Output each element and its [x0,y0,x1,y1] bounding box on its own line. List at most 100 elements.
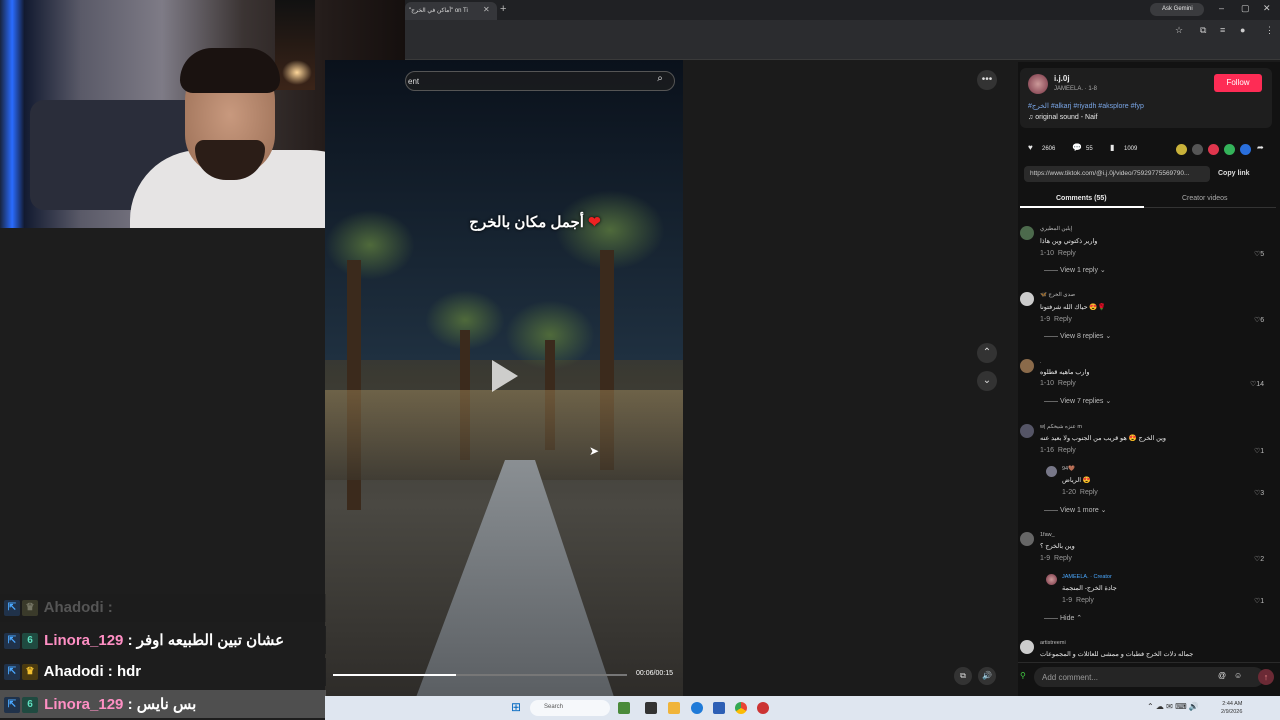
close-window-button[interactable]: ✕ [1263,3,1271,14]
volume-icon[interactable]: 🔊 [978,667,996,685]
emoji-icon[interactable]: ☺ [1234,671,1242,680]
widgets-icon[interactable] [618,702,630,714]
creator-avatar[interactable] [1046,574,1057,585]
tab-creator-videos[interactable]: Creator videos [1182,195,1228,202]
minimize-button[interactable]: – [1219,3,1224,13]
reply-button[interactable]: Reply [1054,316,1072,323]
previous-video-button[interactable]: ⌃ [977,343,997,363]
sound-label: original sound - Naif [1035,114,1098,121]
like-icon[interactable]: ♥ [1028,143,1033,152]
picture-in-picture-icon[interactable]: ⧉ [954,667,972,685]
comment-like-count: 1 [1260,598,1265,605]
profile-avatar-icon[interactable]: ● [1240,25,1245,35]
view-replies-button[interactable]: —— View 7 replies ⌄ [1044,397,1111,405]
chat-badge-icon: ⇱ [4,697,20,714]
comment-icon[interactable]: 💬 [1072,143,1082,152]
search-input[interactable]: ent [405,71,675,91]
browser-tab-strip: "أماكن في الخرج" on Ti ✕ + Ask Gemini – … [405,0,1280,20]
tray-icons[interactable]: ⌃ ☁ ✉ ⌨ 🔊 [1147,702,1199,711]
comment-text: وين الخرج 😍 هو قريب من الجنوب ولا بعيد ع… [1040,435,1167,442]
comment-like-count: 5 [1260,251,1265,258]
reply-button[interactable]: Reply [1054,555,1072,562]
tab-close-icon[interactable]: ✕ [483,5,490,14]
video-player[interactable]: ent ⌕ أجمل مكان بالخرج ❤ 00:06/00:15 [325,60,683,696]
send-icon[interactable]: ↑ [1258,669,1274,685]
more-options-button[interactable]: ••• [977,70,997,90]
chrome-icon[interactable] [735,702,747,714]
reply-button[interactable]: Reply [1076,597,1094,604]
author-avatar[interactable] [1028,74,1048,94]
creator-name[interactable]: JAMEELA. · Creator [1062,574,1112,580]
ask-gemini-button[interactable]: Ask Gemini [1150,3,1204,16]
extensions-icon[interactable]: ⧉ [1200,25,1206,36]
search-icon[interactable]: ⌕ [652,73,668,89]
commenter-avatar[interactable] [1020,359,1034,373]
commenter-avatar[interactable] [1020,424,1034,438]
play-icon[interactable] [492,360,518,392]
file-explorer-icon[interactable] [668,702,680,714]
start-button[interactable]: ⊞ [511,700,521,714]
edge-icon[interactable] [691,702,703,714]
view-replies-label: View 1 reply [1059,267,1098,274]
commenter-name[interactable]: 94🤎 [1062,466,1075,472]
sound-row[interactable]: ♫ original sound - Naif [1028,114,1097,121]
share-send-icon[interactable] [1208,144,1219,155]
tab-comments[interactable]: Comments (55) [1056,195,1107,202]
chat-username: Linora_129 [44,696,124,713]
address-bar-row: ☆ ⧉ ≡ ● ⋮ [405,20,1280,40]
view-replies-button[interactable]: —— View 1 reply ⌄ [1044,266,1106,274]
chat-text: hdr [116,663,142,680]
next-video-button[interactable]: ⌄ [977,371,997,391]
comment-date: 1-20 [1062,489,1077,496]
engagement-stats: ♥ 2606 💬 55 ▮ 1009 ➦ [1024,142,1274,158]
commenter-avatar[interactable] [1020,226,1034,240]
chat-username: Linora_129 [44,632,124,649]
hashtags[interactable]: #الخرج #alkarj #riyadh #aksplore #fyp [1028,102,1144,110]
video-progress-bar[interactable] [333,674,627,676]
commenter-name[interactable]: 1faw_ [1040,532,1055,538]
obs-icon[interactable] [757,702,769,714]
author-username[interactable]: i.j.0j [1054,74,1070,83]
mention-icon[interactable]: @ [1218,671,1226,680]
commenter-name[interactable]: إيلين المطيري [1040,226,1072,232]
share-embed-icon[interactable] [1192,144,1203,155]
view-more-button[interactable]: —— View 1 more ⌄ [1044,506,1107,514]
maximize-button[interactable]: ▢ [1241,3,1250,14]
view-more-label: View 1 more [1059,507,1099,514]
commenter-avatar[interactable] [1020,640,1034,654]
task-view-icon[interactable] [645,702,657,714]
reply-button[interactable]: Reply [1058,447,1076,454]
follow-button[interactable]: Follow [1214,74,1262,92]
taskbar-clock[interactable]: 2:44 AM 2/9/2026 [1221,700,1242,716]
taskbar-search[interactable]: Search [530,700,610,716]
new-tab-button[interactable]: + [500,3,506,15]
view-replies-button[interactable]: —— View 8 replies ⌄ [1044,332,1111,340]
bookmark-icon[interactable]: ▮ [1110,143,1114,152]
video-link-field[interactable]: https://www.tiktok.com/@i.j.0j/video/759… [1024,166,1210,182]
reply-button[interactable]: Reply [1058,380,1076,387]
comment-count: 55 [1086,146,1093,152]
commenter-name[interactable]: w| عنزه شيخكم m [1040,424,1082,430]
share-more-icon[interactable]: ➦ [1257,143,1264,152]
reply-button[interactable]: Reply [1058,250,1076,257]
commenter-name[interactable]: . [1040,359,1042,365]
reply-button[interactable]: Reply [1080,489,1098,496]
browser-menu-icon[interactable]: ⋮ [1265,25,1274,36]
hide-label: Hide [1059,615,1075,622]
commenter-name[interactable]: artistreemi [1040,640,1066,646]
share-facebook-icon[interactable] [1240,144,1251,155]
media-icon[interactable]: ≡ [1220,25,1225,35]
hide-replies-button[interactable]: —— Hide ⌃ [1044,614,1082,622]
commenter-avatar[interactable] [1020,532,1034,546]
comment-input[interactable]: Add comment... [1034,667,1264,687]
copy-link-button[interactable]: Copy link [1218,170,1250,177]
share-emoji-icon[interactable] [1176,144,1187,155]
comment-like-count: 2 [1260,556,1265,563]
commenter-avatar[interactable] [1046,466,1057,477]
bookmark-star-icon[interactable]: ☆ [1175,25,1183,36]
share-whatsapp-icon[interactable] [1224,144,1235,155]
store-icon[interactable] [713,702,725,714]
chat-sub-badge-icon: 6 [22,633,38,650]
commenter-avatar[interactable] [1020,292,1034,306]
commenter-name[interactable]: 🦋 صدى الخرج [1040,292,1075,298]
